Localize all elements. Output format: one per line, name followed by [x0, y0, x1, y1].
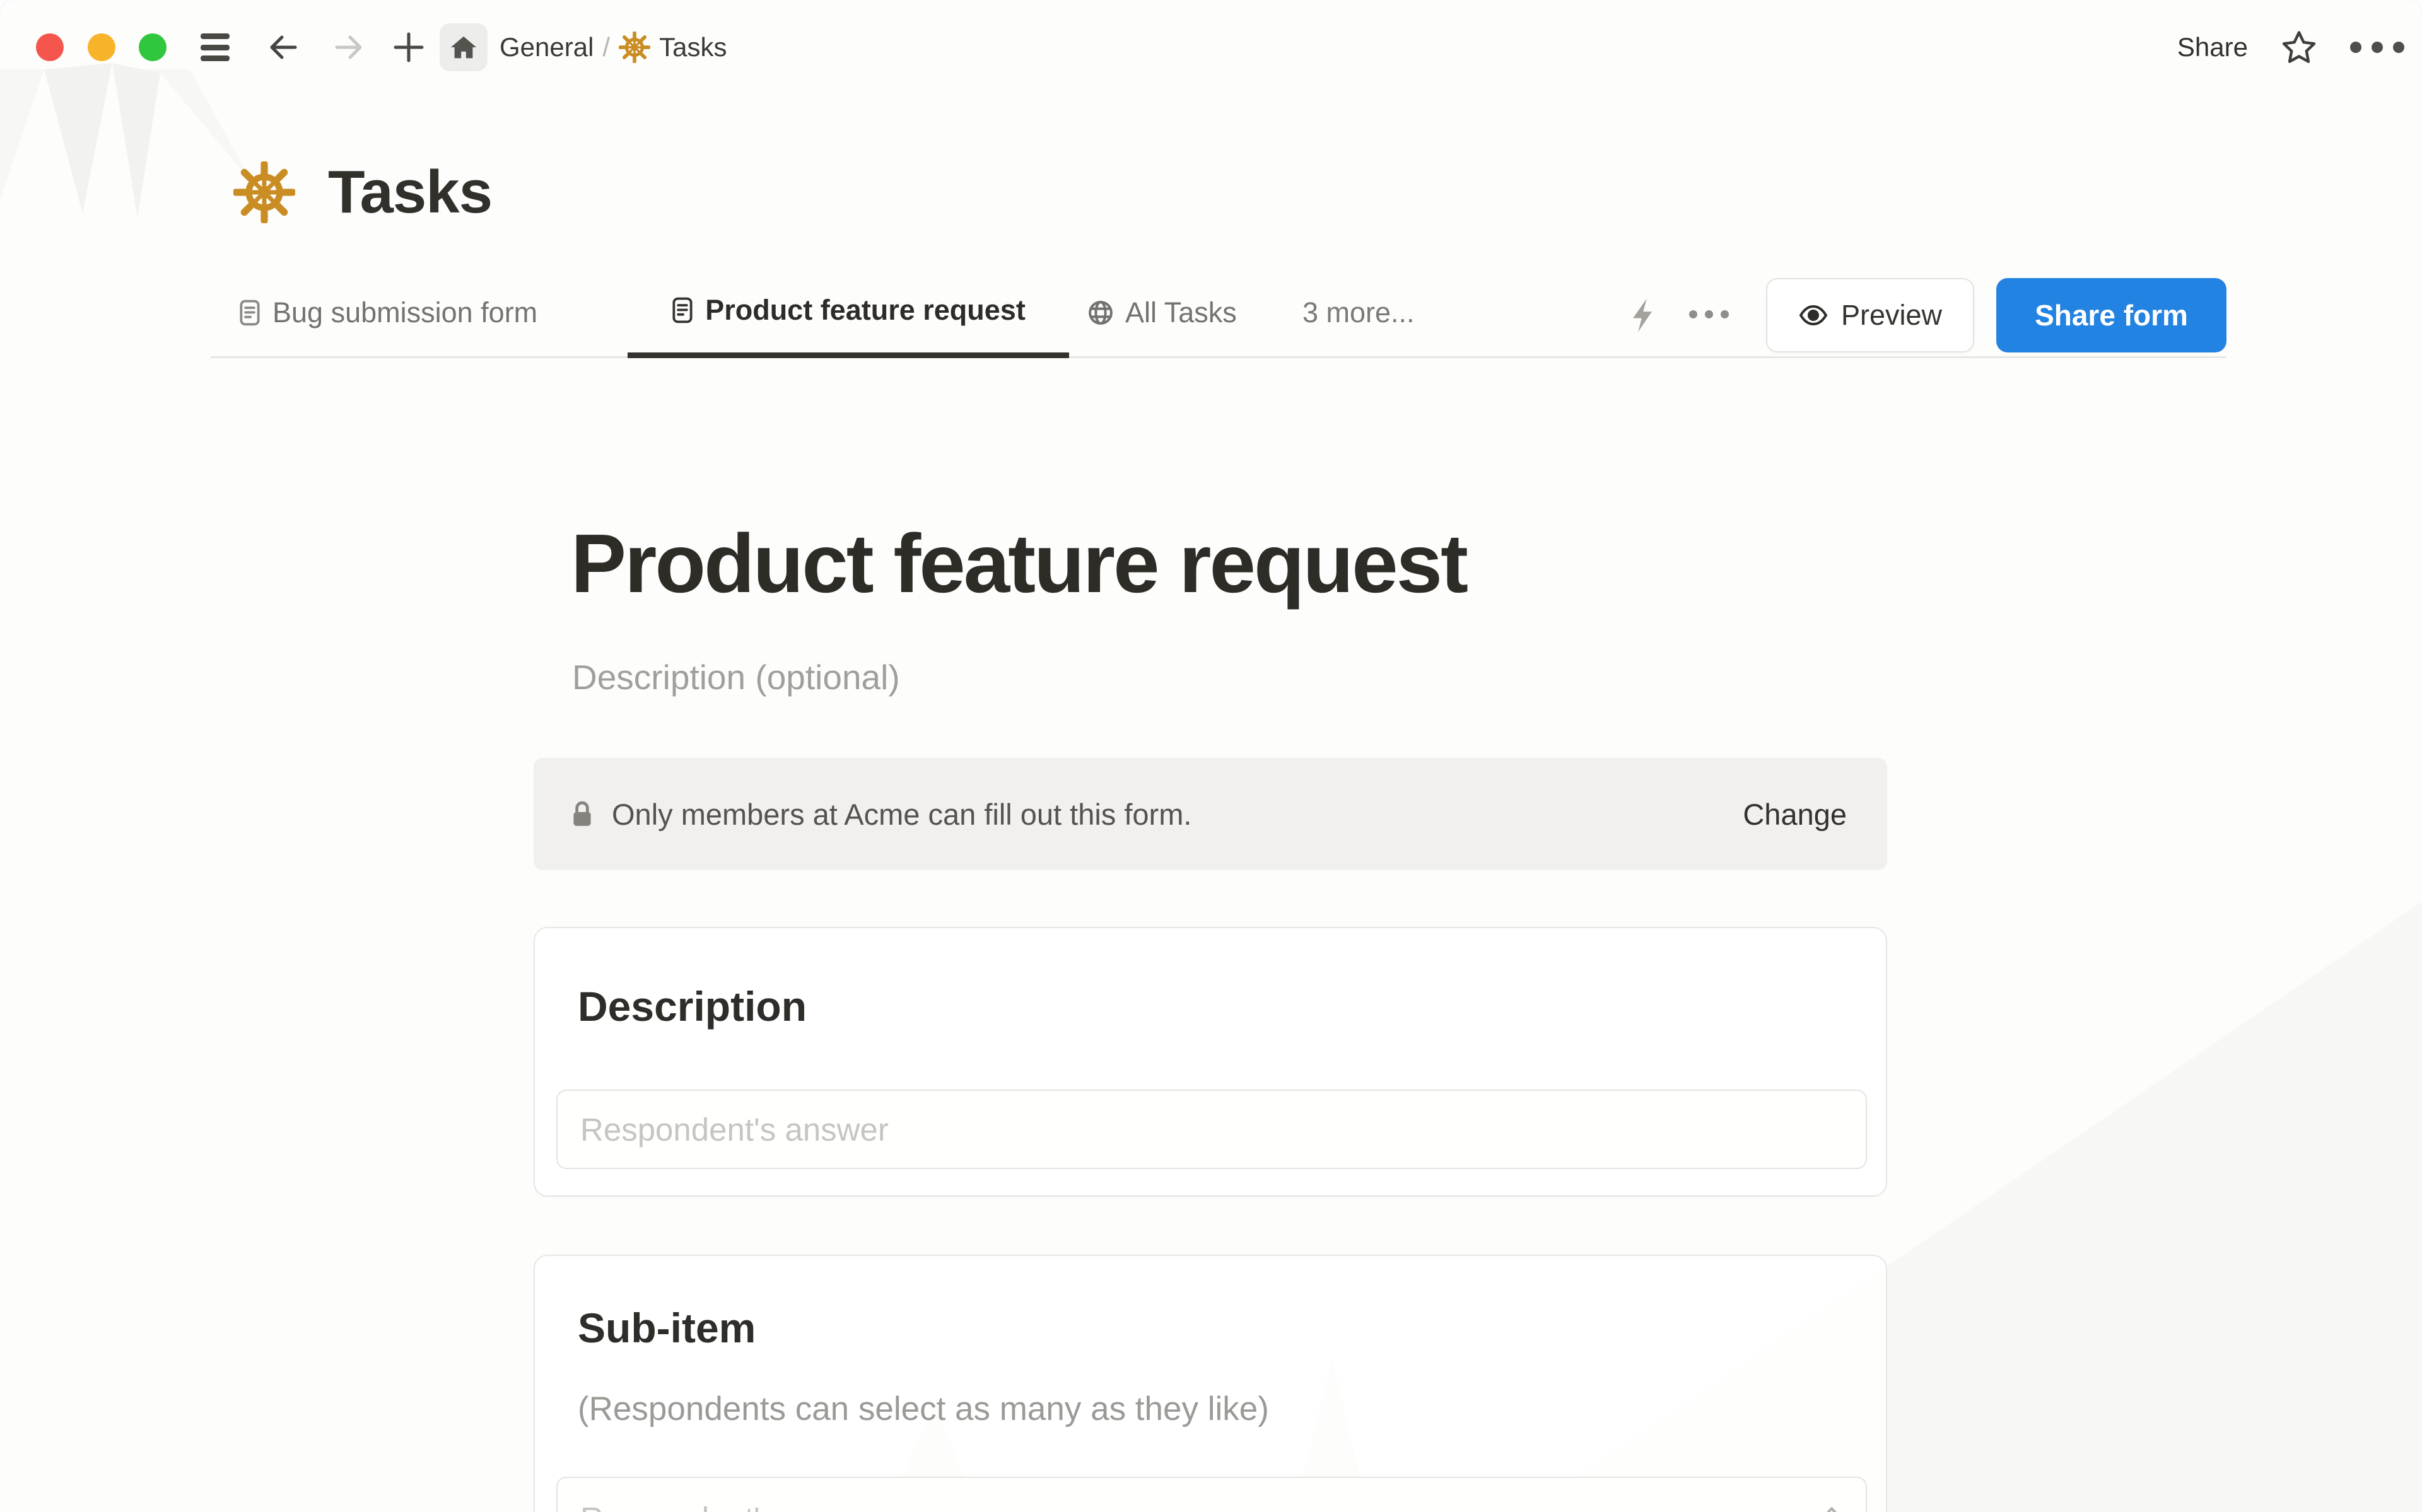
- breadcrumb: General / Tasks: [500, 0, 727, 95]
- tabs-more-button[interactable]: 3 more...: [1302, 267, 1415, 358]
- tabs-more-options-icon[interactable]: [1689, 301, 1729, 327]
- forward-arrow-icon[interactable]: [332, 31, 365, 64]
- form-description-placeholder[interactable]: Description (optional): [572, 657, 900, 697]
- preview-button[interactable]: Preview: [1766, 278, 1974, 352]
- preview-label: Preview: [1841, 299, 1942, 332]
- toolbar-right: Share: [2177, 0, 2404, 95]
- question-title[interactable]: Sub-item: [578, 1304, 756, 1352]
- access-change-button[interactable]: Change: [1743, 797, 1847, 832]
- question-card-sub-item: Sub-item (Respondents can select as many…: [534, 1255, 1887, 1512]
- breadcrumb-separator: /: [602, 32, 610, 62]
- automation-bolt-icon[interactable]: [1622, 290, 1663, 340]
- share-button[interactable]: Share: [2177, 32, 2248, 62]
- globe-icon: [1087, 299, 1114, 326]
- home-button[interactable]: [440, 23, 488, 71]
- access-notice: Only members at Acme can fill out this f…: [534, 758, 1887, 870]
- tab-bug-submission-form[interactable]: Bug submission form: [238, 267, 537, 358]
- back-arrow-icon[interactable]: [267, 31, 300, 64]
- sidebar-menu-icon[interactable]: [201, 33, 230, 61]
- question-hint: (Respondents can select as many as they …: [578, 1390, 1269, 1428]
- breadcrumb-root[interactable]: General: [500, 32, 594, 62]
- page-helm-icon[interactable]: [233, 161, 295, 223]
- access-notice-text: Only members at Acme can fill out this f…: [612, 797, 1726, 832]
- answer-field-wrap: [556, 1477, 1867, 1512]
- form-tabs-bar: Bug submission form Product feature requ…: [0, 267, 2422, 358]
- traffic-light-close-button[interactable]: [36, 33, 64, 61]
- tab-label: Product feature request: [705, 294, 1026, 327]
- new-tab-plus-icon[interactable]: [392, 31, 425, 64]
- traffic-light-zoom-button[interactable]: [139, 33, 167, 61]
- tab-product-feature-request[interactable]: Product feature request: [628, 267, 1069, 358]
- favorite-star-icon[interactable]: [2281, 29, 2317, 66]
- traffic-light-minimize-button[interactable]: [88, 33, 115, 61]
- breadcrumb-current[interactable]: Tasks: [659, 32, 727, 62]
- tab-all-tasks[interactable]: All Tasks: [1087, 267, 1237, 358]
- eye-icon: [1798, 300, 1828, 330]
- more-options-icon[interactable]: [2350, 42, 2404, 53]
- answer-input-sub-item[interactable]: [556, 1477, 1867, 1512]
- form-doc-icon: [238, 299, 261, 326]
- page-title: Tasks: [328, 158, 492, 227]
- share-form-button[interactable]: Share form: [1996, 278, 2226, 352]
- question-card-description: Description: [534, 927, 1887, 1197]
- form-doc-icon: [671, 297, 694, 323]
- question-title[interactable]: Description: [578, 982, 807, 1030]
- helm-icon: [619, 32, 650, 63]
- form-title[interactable]: Product feature request: [571, 516, 1466, 611]
- page-header: Tasks: [233, 158, 492, 227]
- home-icon: [449, 33, 478, 62]
- lock-icon: [569, 800, 595, 829]
- window-toolbar: General / Tasks Share: [0, 0, 2422, 95]
- answer-input-description[interactable]: [556, 1090, 1867, 1169]
- tab-label: All Tasks: [1125, 296, 1237, 329]
- tab-label: Bug submission form: [272, 296, 537, 329]
- answer-field-wrap: [556, 1090, 1867, 1169]
- app-window: General / Tasks Share: [0, 0, 2422, 1512]
- select-chevrons-icon[interactable]: [1819, 1503, 1844, 1512]
